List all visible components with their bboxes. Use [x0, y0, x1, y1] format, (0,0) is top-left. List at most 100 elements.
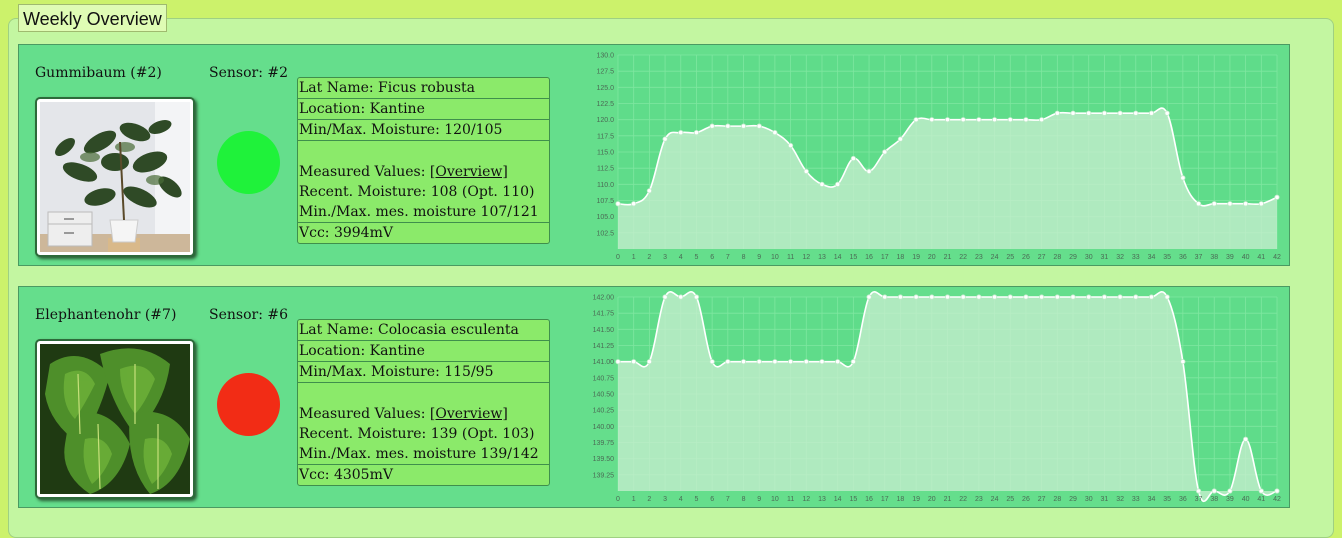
y-tick-label: 112.5: [597, 166, 614, 173]
data-point: [1274, 194, 1280, 200]
data-point: [803, 168, 809, 175]
data-point: [882, 149, 888, 155]
y-tick-label: 122.5: [596, 101, 614, 108]
data-point: [1039, 294, 1045, 300]
x-tick-label: 31: [1101, 496, 1109, 503]
x-tick-label: 9: [757, 496, 761, 503]
data-point: [1211, 488, 1217, 494]
x-tick-label: 41: [1257, 254, 1265, 261]
plant-photo[interactable]: [35, 339, 195, 499]
data-point: [1148, 294, 1155, 300]
x-tick-label: 0: [616, 254, 620, 261]
data-point: [976, 117, 982, 123]
x-tick-label: 16: [865, 496, 873, 503]
x-tick-label: 28: [1053, 254, 1061, 261]
x-tick-label: 5: [694, 254, 698, 261]
data-point: [646, 188, 652, 194]
data-point: [1086, 110, 1092, 116]
y-tick-label: 141.75: [593, 311, 615, 318]
recent-moisture: Recent. Moisture: 139 (Opt. 103): [299, 426, 535, 442]
x-tick-label: 24: [991, 254, 999, 261]
x-tick-label: 19: [912, 254, 920, 261]
overview-link[interactable]: [Overview]: [430, 406, 508, 422]
data-point: [678, 294, 684, 300]
measured-values-label: Measured Values:: [299, 164, 430, 180]
sensor-label: Sensor: #2: [209, 65, 289, 81]
data-point: [1243, 436, 1249, 442]
data-point: [1054, 110, 1060, 116]
data-point: [709, 123, 715, 129]
moisture-chart: 102.5 105.0 107.5 110.0 112.5 115.0 117.5 120.0…: [596, 53, 1281, 262]
x-tick-label: 21: [944, 496, 952, 503]
moisture-chart: 139.25 139.50 139.75 140.00 140.25 140.50 140.…: [593, 291, 1281, 503]
y-tick-label: 140.00: [593, 424, 615, 431]
weekly-overview-legend: Weekly Overview: [18, 4, 167, 32]
data-point: [1258, 201, 1264, 207]
y-tick-label: 142.00: [593, 295, 615, 302]
data-point: [1117, 110, 1123, 116]
x-tick-label: 7: [726, 496, 730, 503]
data-point: [991, 117, 998, 123]
x-tick-label: 23: [975, 254, 983, 261]
data-point: [882, 294, 888, 300]
data-point: [897, 294, 904, 300]
y-tick-label: 139.25: [593, 472, 615, 479]
x-tick-label: 17: [881, 254, 889, 261]
x-tick-label: 33: [1132, 254, 1140, 261]
data-point: [1117, 294, 1123, 300]
data-point: [897, 136, 904, 142]
data-point: [819, 359, 825, 365]
x-tick-label: 27: [1038, 496, 1046, 503]
x-tick-label: 13: [818, 496, 826, 503]
x-tick-label: 4: [679, 496, 683, 503]
x-tick-label: 23: [975, 496, 983, 503]
y-tick-label: 127.5: [596, 69, 614, 76]
data-point: [1243, 201, 1249, 207]
x-tick-label: 38: [1210, 496, 1218, 503]
data-point: [725, 123, 731, 129]
y-tick-label: 140.75: [593, 375, 615, 382]
plant-photo[interactable]: [35, 97, 195, 257]
x-tick-label: 36: [1179, 496, 1187, 503]
x-tick-label: 19: [912, 496, 920, 503]
x-tick-label: 36: [1179, 254, 1187, 261]
overview-link[interactable]: [Overview]: [430, 164, 508, 180]
data-point: [693, 294, 700, 300]
x-tick-label: 35: [1163, 496, 1171, 503]
data-point: [1054, 294, 1060, 300]
data-point: [1180, 175, 1186, 181]
x-tick-label: 1: [632, 496, 636, 503]
x-tick-label: 28: [1053, 496, 1061, 503]
data-point: [850, 155, 856, 162]
y-tick-label: 115.0: [597, 150, 614, 157]
data-point: [1086, 294, 1092, 300]
recent-moisture: Recent. Moisture: 108 (Opt. 110): [299, 184, 535, 200]
y-tick-label: 107.5: [596, 198, 614, 205]
min-max-measured: Min./Max. mes. moisture 107/121: [299, 204, 539, 220]
data-point: [740, 359, 747, 365]
y-tick-label: 125.0: [596, 85, 614, 92]
x-tick-label: 42: [1273, 496, 1281, 503]
data-point: [1164, 294, 1170, 300]
x-tick-label: 26: [1022, 254, 1030, 261]
x-tick-label: 29: [1069, 496, 1077, 503]
y-tick-label: 141.00: [593, 359, 615, 366]
y-tick-label: 117.5: [597, 133, 614, 140]
plant-panel: Elephantenohr (#7) Sensor: #6 Lat Name: …: [18, 286, 1290, 508]
x-tick-label: 18: [897, 496, 905, 503]
data-point: [615, 201, 621, 207]
data-point: [1148, 110, 1155, 116]
min-max-moisture: Min/Max. Moisture: 115/95: [298, 362, 549, 383]
vcc: Vcc: 4305mV: [299, 467, 393, 483]
x-tick-label: 10: [771, 496, 779, 503]
x-tick-label: 11: [787, 254, 794, 261]
y-tick-label: 130.0: [596, 53, 614, 60]
x-tick-label: 20: [928, 254, 936, 261]
data-point: [944, 117, 951, 123]
rubber-plant-image: [40, 102, 190, 252]
data-point: [756, 123, 762, 129]
data-point: [787, 359, 794, 365]
x-tick-label: 8: [742, 254, 746, 261]
data-point: [866, 168, 872, 175]
data-point: [725, 359, 731, 365]
